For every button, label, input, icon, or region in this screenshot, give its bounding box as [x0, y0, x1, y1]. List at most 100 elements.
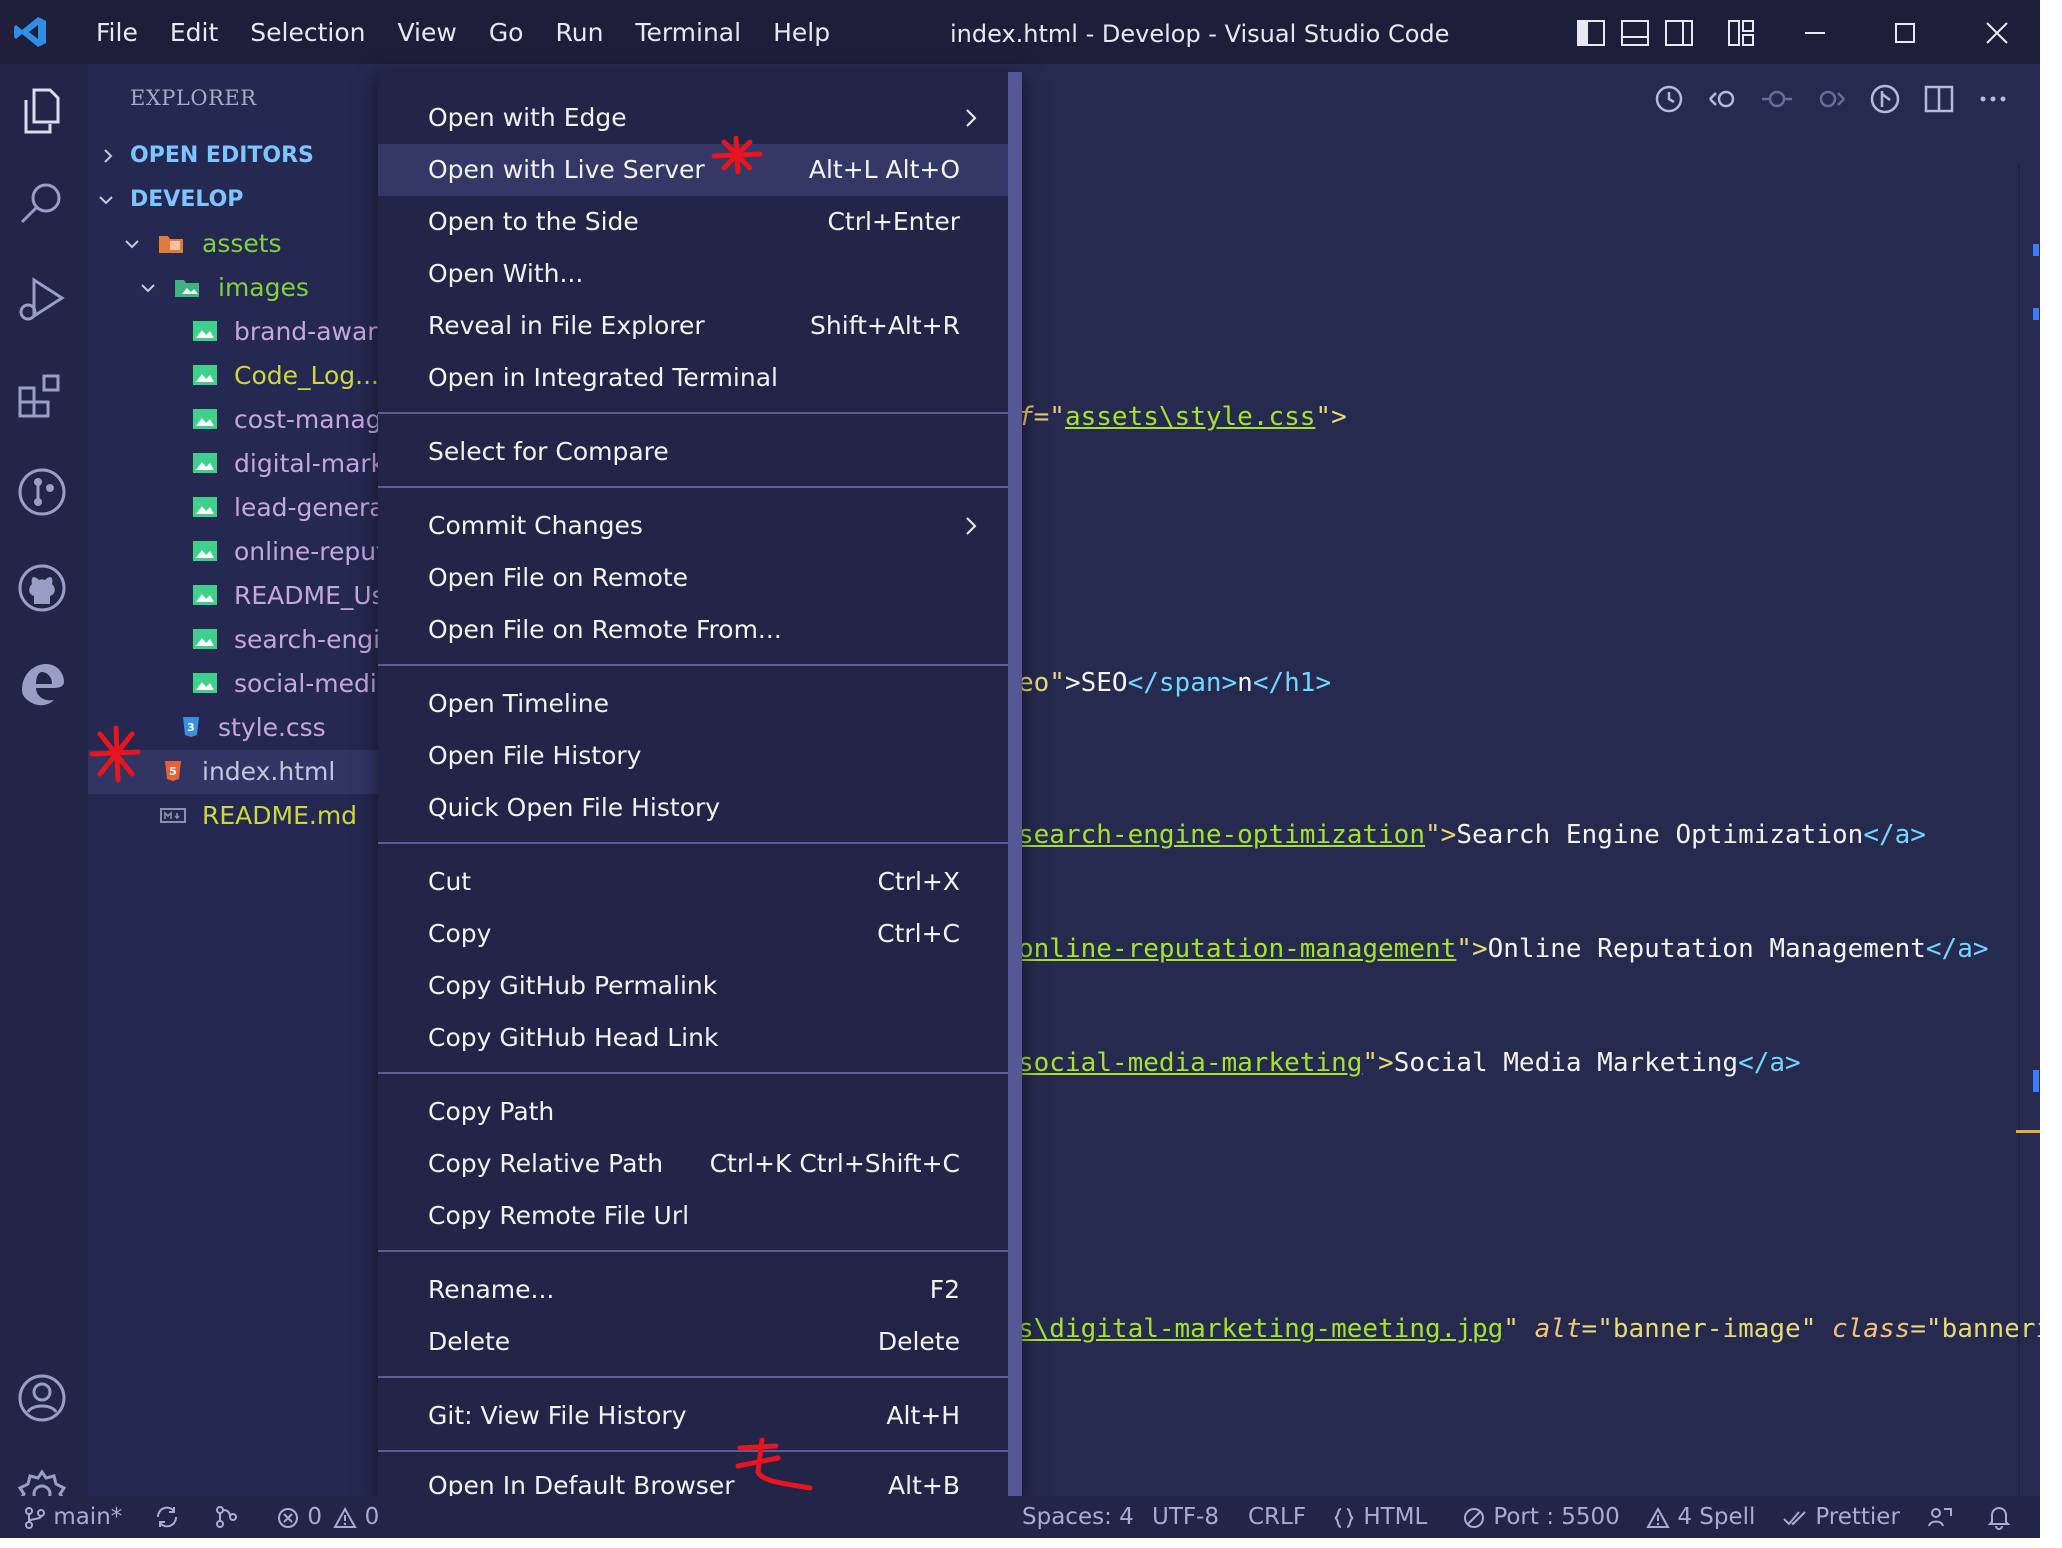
menu-item-copy-relative-path[interactable]: Copy Relative Path Ctrl+K Ctrl+Shift+C	[378, 1138, 1008, 1190]
branch-status[interactable]: main*	[24, 1496, 122, 1538]
folder-assets[interactable]: assets	[88, 222, 378, 266]
file-readme-usage[interactable]: README_Us	[88, 574, 378, 618]
more-actions-icon[interactable]	[1976, 82, 2010, 116]
minimize-icon[interactable]	[1800, 18, 1830, 48]
open-editors-section[interactable]: OPEN EDITORS	[88, 134, 378, 178]
eol-status[interactable]: CRLF	[1248, 1496, 1306, 1538]
develop-section[interactable]: DEVELOP	[88, 178, 378, 222]
language-status[interactable]: HTML	[1332, 1496, 1427, 1538]
menu-item-copy-github-head-link[interactable]: Copy GitHub Head Link	[378, 1012, 1008, 1064]
code-token: </h1>	[1252, 668, 1332, 698]
menu-item-open-file-on-remote-from[interactable]: Open File on Remote From...	[378, 604, 1008, 656]
menu-view[interactable]: View	[381, 18, 472, 47]
code-line-banner-image[interactable]: s\digital-marketing-meeting.jpg" alt="ba…	[1018, 1314, 2040, 1344]
file-cost-management[interactable]: cost-manage	[88, 398, 378, 442]
menu-item-copy-remote-file-url[interactable]: Copy Remote File Url	[378, 1190, 1008, 1242]
problems-status[interactable]: 0 0	[276, 1496, 379, 1538]
file-brand-awareness[interactable]: brand-aware	[88, 310, 378, 354]
live-share-icon[interactable]	[1926, 1505, 1954, 1529]
spell-status[interactable]: 4 Spell	[1646, 1496, 1755, 1538]
menu-item-open-file-history[interactable]: Open File History	[378, 730, 1008, 782]
explorer-icon[interactable]	[14, 84, 70, 140]
menu-run[interactable]: Run	[539, 18, 619, 47]
notifications-bell-icon[interactable]	[1986, 1504, 2012, 1530]
menu-go[interactable]: Go	[473, 18, 540, 47]
file-readme-md[interactable]: README.md	[88, 794, 378, 838]
overview-ruler[interactable]	[2018, 164, 2020, 1496]
menu-item-commit-changes[interactable]: Commit Changes	[378, 500, 1008, 552]
indentation-status[interactable]: Spaces: 4	[1022, 1496, 1134, 1538]
encoding-status[interactable]: UTF-8	[1152, 1496, 1219, 1538]
file-digital-marketing[interactable]: digital-marke	[88, 442, 378, 486]
edge-icon[interactable]	[14, 656, 70, 712]
git-graph-icon[interactable]	[214, 1505, 240, 1529]
explorer-header: EXPLORER	[130, 86, 257, 110]
prettier-status[interactable]: Prettier	[1782, 1496, 1900, 1538]
menu-item-git-view-file-history[interactable]: Git: View File History Alt+H	[378, 1390, 1008, 1442]
menu-file[interactable]: File	[80, 18, 154, 47]
source-control-icon[interactable]	[14, 464, 70, 520]
menu-item-open-with-live-server[interactable]: Open with Live Server Alt+L Alt+O	[378, 144, 1008, 196]
menu-terminal[interactable]: Terminal	[619, 18, 757, 47]
search-icon[interactable]	[14, 176, 70, 232]
accounts-icon[interactable]	[14, 1370, 70, 1426]
code-token: ">	[1315, 402, 1347, 432]
file-lead-generation[interactable]: lead-generat	[88, 486, 378, 530]
code-line-heading[interactable]: eo">SEO</span>n</h1>	[1018, 668, 1331, 698]
split-editor-icon[interactable]	[1922, 82, 1956, 116]
maximize-icon[interactable]	[1890, 18, 1920, 48]
close-icon[interactable]	[1982, 18, 2012, 48]
menu-item-delete[interactable]: Delete Delete	[378, 1316, 1008, 1368]
menu-scrollbar[interactable]	[1008, 72, 1022, 1502]
customize-layout-icon[interactable]	[1726, 18, 1756, 48]
menu-item-copy[interactable]: Copy Ctrl+C	[378, 908, 1008, 960]
menu-item-open-with-edge[interactable]: Open with Edge	[378, 92, 1008, 144]
menu-item-reveal-in-explorer[interactable]: Reveal in File Explorer Shift+Alt+R	[378, 300, 1008, 352]
commit-icon[interactable]	[1760, 82, 1794, 116]
git-branch-icon	[25, 1506, 45, 1529]
file-label: social-media	[234, 669, 378, 698]
menu-item-open-timeline[interactable]: Open Timeline	[378, 678, 1008, 730]
menu-selection[interactable]: Selection	[234, 18, 381, 47]
menu-item-copy-github-permalink[interactable]: Copy GitHub Permalink	[378, 960, 1008, 1012]
menu-help[interactable]: Help	[757, 18, 846, 47]
code-token: "	[1503, 1314, 1535, 1344]
markdown-file-icon	[160, 808, 186, 823]
open-changes-icon[interactable]	[1868, 82, 1902, 116]
file-code-logo[interactable]: Code_Log...	[88, 354, 378, 398]
menu-edit[interactable]: Edit	[154, 18, 234, 47]
run-debug-icon[interactable]	[14, 272, 70, 328]
menu-separator	[378, 1450, 1008, 1452]
go-forward-icon[interactable]	[1814, 82, 1848, 116]
menu-item-rename[interactable]: Rename... F2	[378, 1264, 1008, 1316]
image-file-icon	[193, 541, 217, 561]
toggle-secondary-sidebar-icon[interactable]	[1664, 18, 1694, 48]
menu-item-shortcut: Ctrl+Enter	[827, 207, 960, 236]
extensions-icon[interactable]	[14, 368, 70, 424]
menu-item-open-to-side[interactable]: Open to the Side Ctrl+Enter	[378, 196, 1008, 248]
code-line-smm-link[interactable]: social-media-marketing">Social Media Mar…	[1018, 1048, 1801, 1078]
timeline-history-icon[interactable]	[1652, 82, 1686, 116]
code-line-seo-link[interactable]: search-engine-optimization">Search Engin…	[1018, 820, 1926, 850]
file-label: index.html	[202, 757, 336, 786]
go-back-icon[interactable]	[1706, 82, 1740, 116]
menu-item-open-file-on-remote[interactable]: Open File on Remote	[378, 552, 1008, 604]
toggle-primary-sidebar-icon[interactable]	[1576, 18, 1606, 48]
menu-item-open-with[interactable]: Open With...	[378, 248, 1008, 300]
menu-item-copy-path[interactable]: Copy Path	[378, 1086, 1008, 1138]
menu-item-cut[interactable]: Cut Ctrl+X	[378, 856, 1008, 908]
menu-item-open-in-terminal[interactable]: Open in Integrated Terminal	[378, 352, 1008, 404]
menu-item-quick-open-file-history[interactable]: Quick Open File History	[378, 782, 1008, 834]
live-server-port-status[interactable]: Port : 5500	[1462, 1496, 1620, 1538]
svg-text:3: 3	[187, 721, 195, 734]
code-line-stylesheet[interactable]: f="assets\style.css">	[1018, 402, 1347, 432]
github-icon[interactable]	[14, 560, 70, 616]
file-social-media[interactable]: social-media	[88, 662, 378, 706]
sync-icon[interactable]	[154, 1505, 180, 1529]
folder-images[interactable]: images	[88, 266, 378, 310]
file-online-reputation[interactable]: online-reput	[88, 530, 378, 574]
file-search-engine[interactable]: search-engir	[88, 618, 378, 662]
menu-item-select-for-compare[interactable]: Select for Compare	[378, 426, 1008, 478]
toggle-panel-icon[interactable]	[1620, 18, 1650, 48]
code-line-orm-link[interactable]: online-reputation-management">Online Rep…	[1018, 934, 1989, 964]
